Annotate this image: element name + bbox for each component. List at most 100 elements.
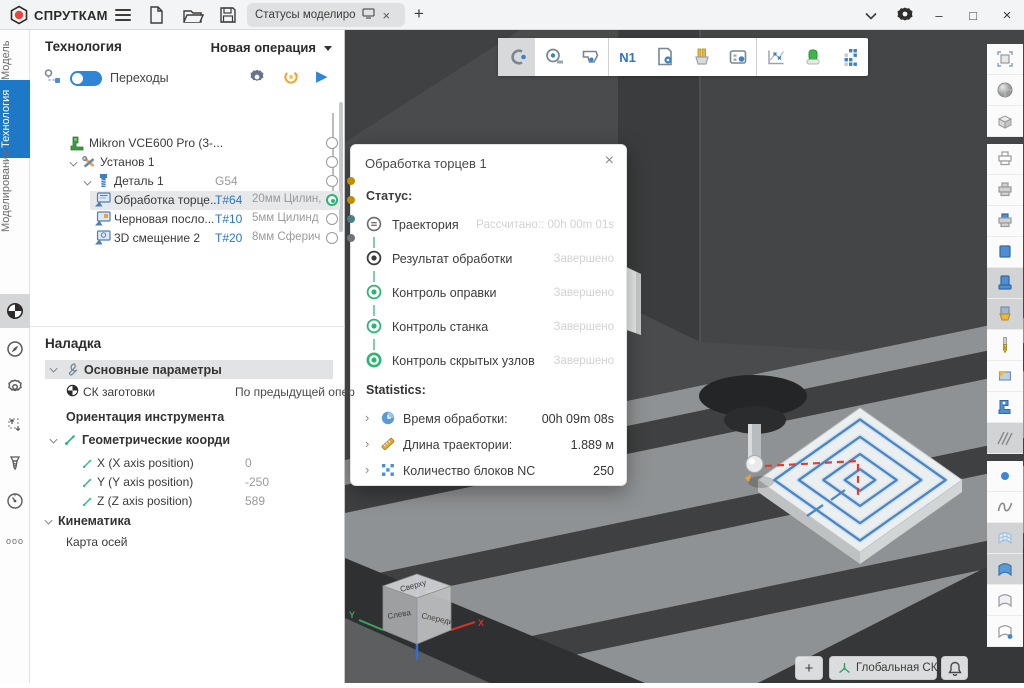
status-dot xyxy=(347,177,355,185)
tree-node-circle-active[interactable] xyxy=(326,194,338,206)
chevron-down-icon[interactable] xyxy=(854,8,888,23)
settings-gear-icon[interactable] xyxy=(888,6,922,25)
tool-icon[interactable] xyxy=(0,446,30,480)
chevron-expanded-icon[interactable] xyxy=(70,159,78,167)
caliper-button[interactable] xyxy=(572,38,609,76)
tooling-button[interactable] xyxy=(683,38,720,76)
green-measure-icon xyxy=(64,433,77,451)
expand-chevron-icon[interactable]: › xyxy=(365,410,369,425)
document-tab[interactable]: Статусы моделиро × xyxy=(247,3,405,27)
cs-axes-icon xyxy=(838,662,851,675)
main-menu-icon[interactable] xyxy=(115,9,131,21)
control-panel-button[interactable] xyxy=(720,38,757,76)
tree-node-circle[interactable] xyxy=(326,156,338,168)
tab-model[interactable]: Модель xyxy=(0,36,30,84)
chevron-expanded-icon[interactable] xyxy=(50,365,58,373)
left-tab-strip: Модель Технология Моделирование ooo xyxy=(0,30,30,683)
tab-close-icon[interactable]: × xyxy=(383,8,391,23)
tree-tool-number: T#20 xyxy=(215,231,242,245)
postprocessor-button[interactable] xyxy=(646,38,683,76)
maximize-button[interactable]: □ xyxy=(956,8,990,23)
tree-row-setup[interactable]: Установ 1 xyxy=(30,153,345,172)
save-icon[interactable] xyxy=(218,5,240,25)
workpiece-cs-icon[interactable] xyxy=(0,294,30,328)
workpiece-gray-button[interactable] xyxy=(987,175,1023,206)
transform-arrows-icon[interactable] xyxy=(0,408,30,442)
axis-x-value[interactable]: 0 xyxy=(245,456,252,470)
toolpath-visibility-button[interactable] xyxy=(987,423,1023,454)
add-cs-button[interactable]: + xyxy=(795,656,823,680)
points-display-button[interactable] xyxy=(987,461,1023,492)
main-params-group[interactable]: Основные параметры xyxy=(45,360,333,379)
dialog-close-icon[interactable]: × xyxy=(605,152,614,170)
close-button[interactable]: × xyxy=(990,7,1024,24)
fit-view-button[interactable] xyxy=(987,44,1023,75)
route-icon[interactable] xyxy=(43,68,63,93)
machine-visibility-button[interactable] xyxy=(987,392,1023,423)
stat-row-machining-time[interactable]: › Время обработки: 00h 09m 08s xyxy=(351,405,628,431)
transitions-toggle[interactable] xyxy=(70,71,102,86)
tree-row-operation-selected[interactable]: Обработка торце... T#64 20мм Цилин, xyxy=(30,191,345,210)
axes-map-label[interactable]: Карта осей xyxy=(66,535,128,549)
workpiece-solid-button[interactable] xyxy=(987,268,1023,299)
surfaces-points-button[interactable] xyxy=(987,616,1023,647)
curves-display-button[interactable] xyxy=(987,492,1023,523)
tool-orientation-label[interactable]: Ориентация инструмента xyxy=(66,410,224,424)
chevron-expanded-icon[interactable] xyxy=(84,178,92,186)
new-file-icon[interactable] xyxy=(146,5,168,25)
new-operation-caret-icon[interactable] xyxy=(324,46,332,51)
tree-row-machine[interactable]: Mikron VCE600 Pro (3-... xyxy=(30,134,345,153)
status-label: Результат обработки xyxy=(392,252,512,266)
chevron-expanded-icon[interactable] xyxy=(50,436,58,444)
tree-row-operation[interactable]: 3D смещение 2 T#20 8мм Сферич xyxy=(30,229,345,248)
tree-node-circle[interactable] xyxy=(326,232,338,244)
tree-row-part[interactable]: Деталь 1 G54 xyxy=(30,172,345,191)
axis-z-value[interactable]: 589 xyxy=(245,494,265,508)
shaded-view-button[interactable] xyxy=(987,75,1023,106)
workpiece-hidden-button[interactable] xyxy=(987,144,1023,175)
gauge-icon[interactable] xyxy=(0,484,30,518)
mesh-display-button[interactable] xyxy=(987,523,1023,554)
tree-node-circle[interactable] xyxy=(326,137,338,149)
magnet-snap-button[interactable] xyxy=(498,38,535,76)
compass-icon[interactable] xyxy=(0,332,30,366)
tab-modeling[interactable]: Моделирование xyxy=(0,133,30,248)
operation-settings-gear-icon[interactable] xyxy=(248,68,266,91)
expand-chevron-icon[interactable]: › xyxy=(365,436,369,451)
expand-chevron-icon[interactable]: › xyxy=(365,462,369,477)
fixture-button[interactable] xyxy=(987,361,1023,392)
tree-tool-number: T#64 xyxy=(215,193,242,207)
new-tab-button[interactable]: + xyxy=(414,4,424,24)
recalculate-icon[interactable] xyxy=(282,68,300,91)
tree-node-circle[interactable] xyxy=(326,213,338,225)
part-solid-button[interactable] xyxy=(987,237,1023,268)
graphs-button[interactable] xyxy=(757,38,794,76)
surfaces-shaded-button[interactable] xyxy=(987,585,1023,616)
global-cs-button[interactable]: Глобальная СК xyxy=(829,656,937,680)
new-operation-button[interactable]: Новая операция xyxy=(211,40,316,55)
axis-y-value[interactable]: -250 xyxy=(245,475,269,489)
notifications-bell-icon[interactable] xyxy=(941,656,968,680)
workpiece-blue-button[interactable] xyxy=(987,206,1023,237)
minimize-button[interactable]: – xyxy=(922,8,956,23)
workpiece-cs-value[interactable]: По предыдущей опер xyxy=(235,385,355,399)
gear-icon[interactable] xyxy=(0,370,30,404)
tool-holder-button[interactable] xyxy=(987,299,1023,330)
tape-measure-button[interactable] xyxy=(535,38,572,76)
stat-row-toolpath-length[interactable]: › Длина траектории: 1.889 м xyxy=(351,431,628,457)
machining-result-button[interactable] xyxy=(794,38,831,76)
nc-program-button[interactable]: N1 xyxy=(609,38,646,76)
stat-value: 1.889 м xyxy=(571,438,614,452)
status-value: Рассчитано:: 00h 00m 01s xyxy=(476,219,614,231)
tree-row-operation[interactable]: Черновая посло... T#10 5мм Цилинд xyxy=(30,210,345,229)
drill-tool-button[interactable] xyxy=(987,330,1023,361)
nc-blocks-button[interactable] xyxy=(831,38,868,76)
wireframe-box-button[interactable] xyxy=(987,106,1023,137)
run-simulation-play-icon[interactable]: ▶ xyxy=(316,67,328,85)
stat-row-nc-blocks-count[interactable]: › Количество блоков NC 250 xyxy=(351,457,628,483)
open-file-icon[interactable] xyxy=(182,5,204,25)
chevron-expanded-icon[interactable] xyxy=(45,517,53,525)
tree-node-circle[interactable] xyxy=(326,175,338,187)
more-tools-button[interactable]: ooo xyxy=(0,536,30,546)
surfaces-solid-button[interactable] xyxy=(987,554,1023,585)
